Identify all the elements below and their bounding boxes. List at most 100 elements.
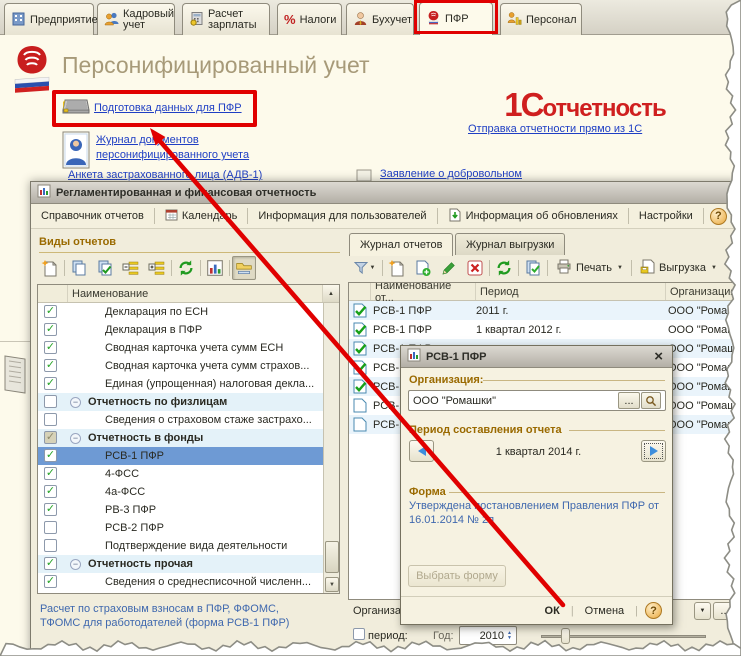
row-checkbox[interactable]: ✓ — [44, 377, 57, 390]
menu-settings[interactable]: Настройки — [635, 208, 697, 224]
folder-view-toggle[interactable] — [232, 256, 256, 280]
journal-row[interactable]: РСВ-1 ПФР 2011 г. ООО "Ромаш... — [349, 301, 741, 320]
tree-row[interactable]: Подтверждение вида деятельности — [38, 537, 323, 555]
print-button[interactable]: Печать ▼ — [550, 256, 629, 280]
tree-row[interactable]: ✓ Сведения о среднесписочной численн... — [38, 573, 323, 591]
edit-pencil-icon[interactable] — [437, 256, 461, 280]
new-doc-icon[interactable] — [385, 256, 409, 280]
row-checkbox[interactable] — [44, 539, 57, 552]
menu-calendar[interactable]: Календарь — [161, 206, 242, 226]
org-ellipsis-button[interactable]: ... — [713, 602, 737, 620]
header-org-column[interactable]: Организация — [666, 283, 741, 300]
select-form-button[interactable]: Выбрать форму — [408, 565, 506, 587]
cancel-button[interactable]: Отмена — [581, 603, 628, 619]
export-button[interactable]: Выгрузка ▼ — [634, 256, 723, 280]
period-slider-handle[interactable] — [561, 628, 570, 644]
row-checkbox[interactable] — [44, 395, 57, 408]
tree-row[interactable]: ✓ Единая (упрощенная) налоговая декла... — [38, 375, 323, 393]
tree-row[interactable]: ✓ Декларация в ПФР — [38, 321, 323, 339]
row-checkbox[interactable]: ✓ — [44, 431, 57, 444]
ok-button[interactable]: ОК — [541, 603, 564, 619]
row-checkbox[interactable]: ✓ — [44, 467, 57, 480]
tree-row[interactable]: ✓ 4-ФСС — [38, 465, 323, 483]
help-icon[interactable]: ? — [645, 602, 662, 619]
expand-tree-icon[interactable] — [145, 256, 169, 280]
row-checkbox[interactable]: ✓ — [44, 575, 57, 588]
spin-down-icon[interactable]: ▼ — [507, 635, 512, 641]
row-checkbox[interactable]: ✓ — [44, 305, 57, 318]
delete-icon[interactable] — [463, 256, 487, 280]
tree-row[interactable]: ✓ РСВ-1 ПФР — [38, 447, 323, 465]
tree-row[interactable]: ✓ Декларация по ЕСН — [38, 303, 323, 321]
tab-nalogi[interactable]: % Налоги — [277, 3, 342, 35]
search-icon[interactable] — [641, 392, 661, 409]
window-title-bar[interactable]: Регламентированная и финансовая отчетнос… — [31, 182, 740, 204]
row-checkbox[interactable]: ✓ — [44, 503, 57, 516]
header-name-column[interactable]: Наименование — [68, 285, 323, 302]
tree-row[interactable]: − Отчетность по физлицам — [38, 393, 323, 411]
tab-raschet-zarplaty[interactable]: Расчет зарплаты — [182, 3, 270, 35]
modal-title-bar[interactable]: РСВ-1 ПФР × — [401, 346, 672, 368]
next-period-button[interactable] — [641, 440, 666, 462]
anketa-link[interactable]: Анкета застрахованного лица (АДВ-1) — [68, 169, 262, 181]
journal-link-line2[interactable]: персонифицированного учета — [96, 149, 249, 161]
journal-link-line1[interactable]: Журнал документов — [96, 134, 199, 146]
tree-row[interactable]: ✓ 4а-ФСС — [38, 483, 323, 501]
tree-row[interactable]: РСВ-2 ПФР — [38, 519, 323, 537]
row-checkbox[interactable]: ✓ — [44, 359, 57, 372]
send-reports-link[interactable]: Отправка отчетности прямо из 1С — [468, 123, 642, 135]
row-checkbox[interactable]: ✓ — [44, 557, 57, 570]
collapse-node-icon[interactable]: − — [70, 433, 81, 444]
tree-row[interactable]: ✓ − Отчетность прочая — [38, 555, 323, 573]
close-icon[interactable]: × — [651, 348, 666, 365]
copy-doc-icon[interactable] — [411, 256, 435, 280]
organization-field[interactable]: ООО "Ромашки" ... — [408, 390, 666, 411]
tree-row[interactable]: ✓ РВ-3 ПФР — [38, 501, 323, 519]
refresh-icon[interactable] — [492, 256, 516, 280]
row-checkbox[interactable] — [44, 521, 57, 534]
header-period-column[interactable]: Период — [476, 283, 666, 300]
spinner-arrows[interactable]: ▲ ▼ — [507, 630, 512, 641]
org-ellipsis-button[interactable]: ... — [618, 392, 640, 409]
journal-row[interactable]: РСВ-1 ПФР 1 квартал 2012 г. ООО "Ромаш... — [349, 320, 741, 339]
zayavlenie-link[interactable]: Заявление о добровольном — [380, 168, 522, 180]
tab-export-journal[interactable]: Журнал выгрузки — [455, 233, 566, 255]
menu-update-info[interactable]: Информация об обновлениях — [444, 206, 622, 227]
scroll-up-icon[interactable]: ▲ — [323, 285, 339, 302]
tree-row[interactable]: Сведения о страховом стаже застрахо... — [38, 411, 323, 429]
menu-report-catalog[interactable]: Справочник отчетов — [37, 208, 148, 224]
copy-icon[interactable] — [67, 256, 91, 280]
report-chart-icon[interactable] — [203, 256, 227, 280]
tree-row[interactable]: ✓ Сводная карточка учета сумм страхов... — [38, 357, 323, 375]
tab-predpriyatie[interactable]: Предприятие — [4, 3, 98, 35]
report-types-scrollbar[interactable]: ▼ — [323, 303, 339, 593]
tree-row[interactable]: ✓ Сводная карточка учета сумм ЕСН — [38, 339, 323, 357]
row-checkbox[interactable]: ✓ — [44, 323, 57, 336]
row-checkbox[interactable]: ✓ — [44, 341, 57, 354]
new-report-icon[interactable] — [38, 256, 62, 280]
period-checkbox[interactable] — [353, 628, 365, 640]
tab-bukhuchet[interactable]: Бухучет — [346, 3, 414, 35]
prev-period-button[interactable] — [409, 440, 434, 462]
scroll-down-icon[interactable]: ▼ — [325, 577, 339, 592]
menu-user-info[interactable]: Информация для пользователей — [254, 208, 430, 224]
check-pages-icon[interactable] — [93, 256, 117, 280]
scrollbar-thumb[interactable] — [325, 541, 339, 573]
org-dropdown-icon[interactable]: ▼ — [694, 602, 711, 620]
refresh-icon[interactable] — [174, 256, 198, 280]
tree-row[interactable]: ✓ − Отчетность в фонды — [38, 429, 323, 447]
filter-icon[interactable]: ▼ — [348, 256, 380, 280]
post-doc-icon[interactable] — [521, 256, 545, 280]
tab-personal[interactable]: Персонал — [500, 3, 582, 35]
collapse-tree-icon[interactable] — [119, 256, 143, 280]
header-name-column[interactable]: Наименование от... — [371, 283, 476, 304]
row-checkbox[interactable]: ✓ — [44, 485, 57, 498]
collapse-node-icon[interactable]: − — [70, 559, 81, 570]
row-checkbox[interactable] — [44, 413, 57, 426]
tab-report-journal[interactable]: Журнал отчетов — [349, 233, 454, 256]
year-spinner[interactable]: 2010 ▲ ▼ — [459, 626, 517, 645]
row-checkbox[interactable]: ✓ — [44, 449, 57, 462]
tab-kadrovy-uchet[interactable]: Кадровый учет — [97, 3, 175, 35]
collapse-node-icon[interactable]: − — [70, 397, 81, 408]
help-icon[interactable]: ? — [709, 207, 727, 225]
